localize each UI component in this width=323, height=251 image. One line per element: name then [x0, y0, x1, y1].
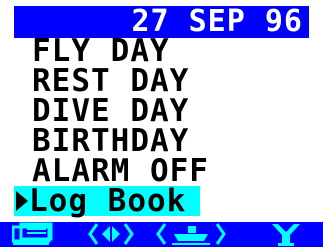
selection-pointer-icon — [16, 191, 28, 211]
menu-item-log-book[interactable]: Log Book — [14, 183, 201, 219]
logbook-icon — [11, 222, 53, 245]
diver-icon — [272, 224, 300, 246]
menu-item-fly-day[interactable]: FLY DAY — [32, 36, 209, 67]
menu-item-dive-day[interactable]: DIVE DAY — [32, 96, 209, 127]
menu-item-birthday[interactable]: BIRTHDAY — [32, 126, 209, 157]
menu-item-rest-day[interactable]: REST DAY — [32, 66, 209, 97]
menu-item-alarm-off[interactable]: ALARM OFF — [32, 156, 209, 187]
softkey-logbook[interactable] — [11, 222, 62, 247]
softkey-diver[interactable] — [268, 222, 304, 247]
softkey-boat[interactable] — [156, 222, 226, 247]
softkey-bar — [0, 222, 323, 247]
menu-item-label: Log Book — [29, 183, 187, 219]
softkey-navigate[interactable] — [88, 222, 134, 247]
boat-icon — [156, 223, 226, 245]
menu-list: FLY DAY REST DAY DIVE DAY BIRTHDAY ALARM… — [14, 36, 209, 217]
left-right-arrows-icon — [88, 223, 134, 245]
